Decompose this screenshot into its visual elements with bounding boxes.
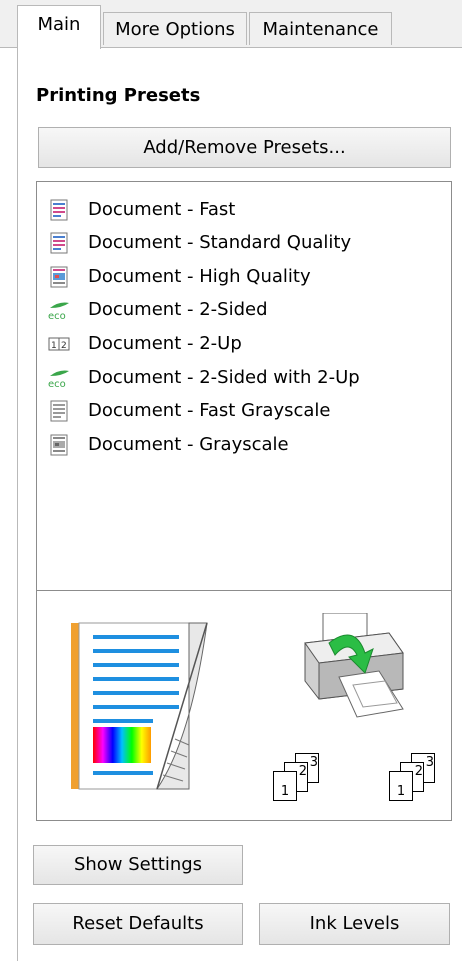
document-preview-icon — [71, 622, 208, 790]
preset-label: Document - 2-Up — [88, 333, 242, 354]
svg-text:eco: eco — [48, 379, 66, 389]
ink-levels-button[interactable]: Ink Levels — [259, 903, 450, 945]
panel-border — [17, 48, 18, 961]
settings-preview-panel: 3 2 1 3 2 1 — [36, 590, 452, 821]
printer-duplex-icon — [304, 613, 404, 718]
preset-item-document-2-sided-2-up[interactable]: eco Document - 2-Sided with 2-Up — [48, 362, 443, 394]
preset-item-document-fast-grayscale[interactable]: Document - Fast Grayscale — [48, 395, 443, 427]
preset-item-document-2-up[interactable]: 1 2 Document - 2-Up — [48, 328, 443, 360]
page-1: 1 — [273, 771, 297, 801]
collate-pages-icon: 3 2 1 — [273, 753, 323, 803]
eco-icon: eco — [48, 370, 69, 389]
color-document-icon — [50, 199, 68, 221]
preset-label: Document - 2-Sided — [88, 299, 268, 320]
preset-item-document-high-quality[interactable]: Document - High Quality — [48, 261, 443, 293]
preset-label: Document - Fast — [88, 199, 236, 220]
grayscale-document-icon — [50, 400, 68, 422]
reset-defaults-button[interactable]: Reset Defaults — [33, 903, 243, 945]
eco-icon: eco — [48, 302, 69, 321]
printing-presets-title: Printing Presets — [36, 85, 201, 106]
preset-list[interactable]: Document - Fast Document - Standard Qual… — [36, 181, 452, 591]
color-document-icon — [50, 232, 68, 254]
preset-label: Document - Fast Grayscale — [88, 400, 331, 421]
two-up-icon: 1 2 — [48, 337, 70, 351]
show-settings-button[interactable]: Show Settings — [33, 845, 243, 885]
collate-pages-icon: 3 2 1 — [389, 753, 439, 803]
preset-item-document-fast[interactable]: Document - Fast — [48, 194, 443, 226]
preset-item-document-standard-quality[interactable]: Document - Standard Quality — [48, 227, 443, 259]
svg-text:1: 1 — [51, 341, 57, 351]
tab-maintenance[interactable]: Maintenance — [249, 12, 392, 45]
preset-item-document-2-sided[interactable]: eco Document - 2-Sided — [48, 294, 443, 326]
preset-item-document-grayscale[interactable]: Document - Grayscale — [48, 429, 443, 461]
preset-label: Document - 2-Sided with 2-Up — [88, 367, 360, 388]
color-photo-document-icon — [50, 266, 68, 288]
tab-more-options[interactable]: More Options — [103, 12, 247, 45]
svg-text:eco: eco — [48, 311, 66, 321]
svg-text:2: 2 — [61, 341, 67, 351]
preset-label: Document - Standard Quality — [88, 232, 352, 253]
page-1: 1 — [389, 771, 413, 801]
preset-label: Document - High Quality — [88, 266, 311, 287]
tab-main[interactable]: Main — [17, 5, 101, 49]
grayscale-photo-document-icon — [50, 434, 68, 456]
preset-label: Document - Grayscale — [88, 434, 289, 455]
add-remove-presets-button[interactable]: Add/Remove Presets... — [38, 127, 451, 168]
